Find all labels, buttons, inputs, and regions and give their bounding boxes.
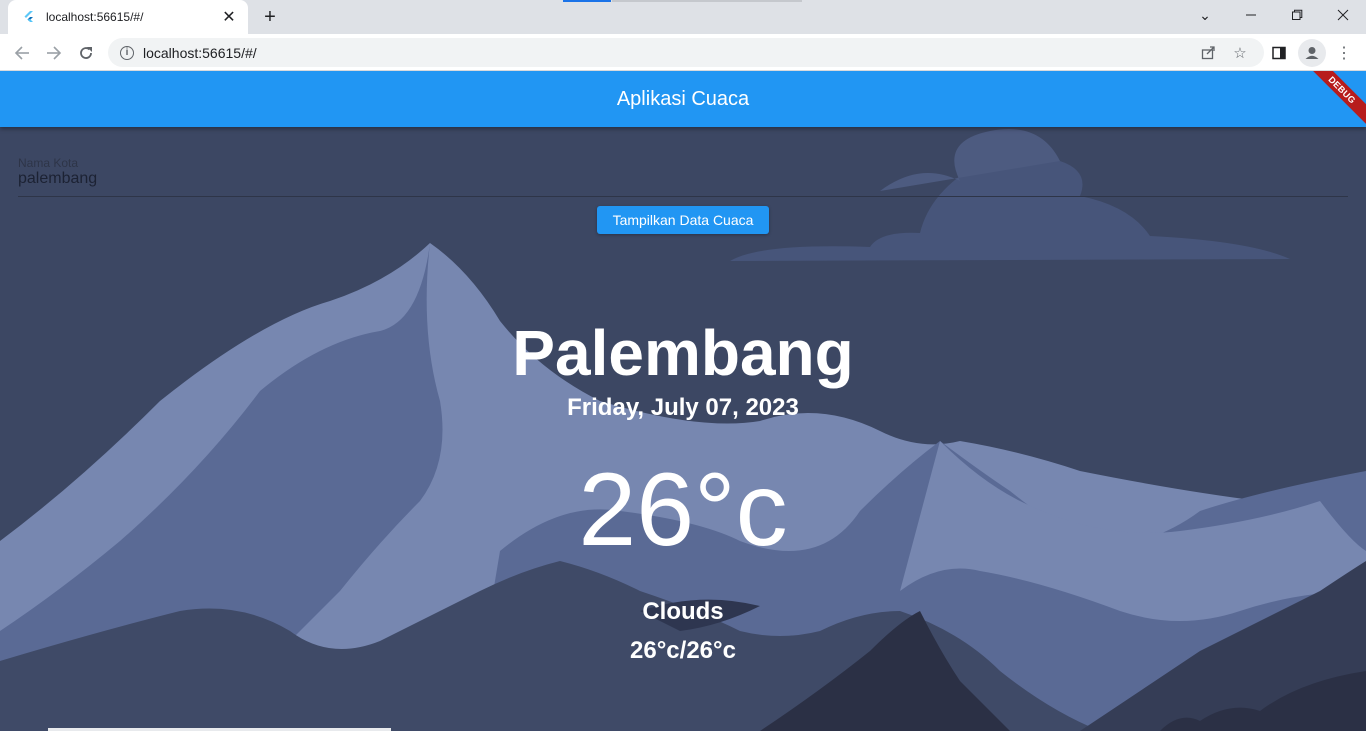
info-icon[interactable]: i [120,45,134,60]
restore-icon[interactable] [1274,0,1320,30]
url-text: localhost:56615/#/ [143,44,257,61]
star-icon[interactable]: ☆ [1226,38,1254,67]
weather-condition: Clouds [642,598,724,625]
weather-date: Friday, July 07, 2023 [567,394,799,421]
app-bar: Aplikasi Cuaca [0,71,1366,127]
back-icon[interactable] [8,39,36,67]
app-title: Aplikasi Cuaca [616,87,750,110]
forward-icon[interactable] [40,39,68,67]
browser-tabstrip: localhost:56615/#/ ✕ + ⌄ [0,0,1366,34]
close-icon[interactable]: ✕ [220,8,238,26]
window-close-icon[interactable] [1320,0,1366,30]
city-name: Palembang [512,317,854,389]
reload-icon[interactable] [72,39,100,67]
address-bar[interactable]: i localhost:56615/#/ ☆ [108,38,1264,67]
show-weather-button[interactable]: Tampilkan Data Cuaca [597,206,769,234]
temperature: 26°c [578,452,788,568]
profile-icon[interactable] [1298,39,1326,67]
city-input-label: Nama Kota [18,156,79,170]
minimize-icon[interactable] [1228,0,1274,30]
browser-toolbar: i localhost:56615/#/ ☆ ⋮ [0,34,1366,71]
weather-app: Aplikasi Cuaca DEBUG Nama Kota palembang… [0,71,1366,731]
tab-title: localhost:56615/#/ [46,10,144,24]
flutter-icon [24,11,33,22]
browser-tab[interactable]: localhost:56615/#/ ✕ [8,0,248,34]
chevron-down-icon[interactable]: ⌄ [1182,0,1228,30]
menu-icon[interactable]: ⋮ [1330,39,1358,67]
city-input-value[interactable]: palembang [18,170,97,188]
side-panel-icon[interactable] [1265,39,1293,67]
temperature-range: 26°c/26°c [630,637,736,664]
tab-strip-indicator [563,0,611,2]
plus-icon[interactable]: + [258,6,282,28]
tab-strip-divider [612,0,802,2]
share-icon[interactable] [1194,38,1222,67]
city-input[interactable]: Nama Kota palembang [18,155,1348,197]
